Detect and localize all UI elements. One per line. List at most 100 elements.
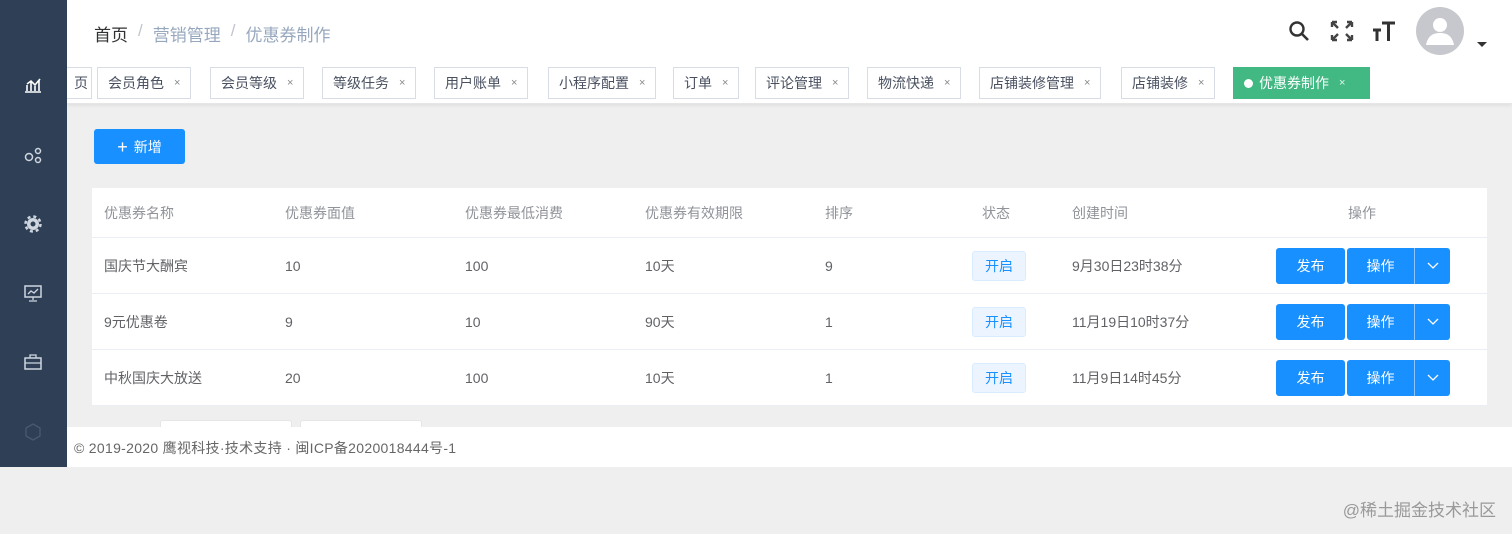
col-created: 创建时间: [1072, 204, 1128, 221]
tag-label: 等级任务: [333, 75, 389, 91]
col-min: 优惠券最低消费: [465, 204, 563, 221]
font-size-icon[interactable]: [1372, 19, 1396, 48]
close-icon[interactable]: ×: [722, 77, 728, 89]
fullscreen-icon[interactable]: [1330, 20, 1354, 47]
tag-label: 店铺装修: [1132, 75, 1188, 91]
tags-view: 页 会员角色 × 会员等级 × 等级任务 × 用户账单 × 小程序配置 × 订单 × 评论管…: [67, 62, 1512, 104]
col-status: 状态: [982, 204, 1010, 221]
cell-created: 9月30日23时38分: [1072, 257, 1183, 274]
tag-store-decoration[interactable]: 店铺装修 ×: [1121, 67, 1216, 99]
tag-label: 优惠券制作: [1259, 75, 1329, 91]
cell-created: 11月19日10时37分: [1072, 313, 1190, 330]
cell-min: 100: [465, 257, 489, 274]
action-button[interactable]: 操作: [1347, 304, 1414, 340]
cell-min: 100: [465, 369, 489, 386]
tag-user-bill[interactable]: 用户账单 ×: [434, 67, 529, 99]
tag-comment[interactable]: 评论管理 ×: [755, 67, 850, 99]
tag-label: 评论管理: [766, 75, 822, 91]
tag-home[interactable]: 页: [67, 67, 92, 99]
sidebar: [0, 0, 67, 467]
chevron-down-icon[interactable]: [1414, 304, 1450, 340]
hexagon-icon[interactable]: [22, 421, 44, 443]
tag-order[interactable]: 订单 ×: [673, 67, 740, 99]
cell-name: 9元优惠卷: [104, 313, 168, 330]
tag-label: 店铺装修管理: [990, 75, 1074, 91]
tag-logistics[interactable]: 物流快递 ×: [867, 67, 962, 99]
close-icon[interactable]: ×: [1339, 77, 1345, 89]
chevron-down-icon[interactable]: [1414, 248, 1450, 284]
monitor-icon[interactable]: [22, 282, 44, 304]
breadcrumb: 首页 / 营销管理 / 优惠券制作: [94, 21, 330, 46]
breadcrumb-separator: /: [230, 21, 236, 40]
status-badge: 开启: [972, 362, 1026, 393]
cell-days: 90天: [645, 313, 675, 330]
share-nodes-icon[interactable]: [22, 144, 44, 166]
active-dot: [1244, 78, 1253, 88]
breadcrumb-home[interactable]: 首页: [94, 21, 128, 46]
publish-button[interactable]: 发布: [1276, 248, 1345, 284]
publish-button[interactable]: 发布: [1276, 360, 1345, 396]
status-badge: 开启: [972, 306, 1026, 337]
coupon-table: 优惠券名称 优惠券面值 优惠券最低消费 优惠券有效期限 排序 状态 创建时间 操…: [92, 188, 1487, 406]
footer: © 2019-2020 鹰视科技·技术支持 · 闽ICP备2020018444号…: [67, 427, 1512, 467]
col-days: 优惠券有效期限: [645, 204, 743, 221]
plus-icon: +: [117, 136, 128, 157]
action-button[interactable]: 操作: [1347, 248, 1414, 284]
close-icon[interactable]: ×: [1198, 77, 1204, 89]
breadcrumb-marketing: 营销管理: [152, 26, 221, 45]
search-icon[interactable]: [1288, 20, 1310, 47]
close-icon[interactable]: ×: [174, 77, 180, 89]
tag-label: 用户账单: [445, 75, 501, 91]
cell-created: 11月9日14时45分: [1072, 369, 1182, 386]
breadcrumb-separator: /: [138, 21, 143, 40]
close-icon[interactable]: ×: [511, 77, 517, 89]
status-badge: 开启: [972, 250, 1026, 281]
cell-name: 国庆节大酬宾: [104, 257, 188, 274]
tag-member-level[interactable]: 会员等级 ×: [210, 67, 305, 99]
table-row: 中秋国庆大放送 20 100 10天 1 开启 11月9日14时45分 发布 操…: [92, 350, 1487, 406]
close-icon[interactable]: ×: [1084, 77, 1090, 89]
close-icon[interactable]: ×: [944, 77, 950, 89]
cell-value: 9: [285, 313, 293, 330]
cell-value: 10: [285, 257, 301, 274]
tag-level-task[interactable]: 等级任务 ×: [322, 67, 417, 99]
avatar[interactable]: [1416, 7, 1464, 55]
table-row: 9元优惠卷 9 10 90天 1 开启 11月19日10时37分 发布 操作: [92, 294, 1487, 350]
chart-icon[interactable]: [22, 74, 44, 96]
top-header: 首页 / 营销管理 / 优惠券制作: [67, 0, 1512, 62]
close-icon[interactable]: ×: [287, 77, 293, 89]
cell-sort: 1: [825, 369, 833, 386]
chevron-down-icon[interactable]: [1414, 360, 1450, 396]
col-value: 优惠券面值: [285, 204, 355, 221]
tag-label: 会员等级: [221, 75, 277, 91]
add-button[interactable]: + 新增: [94, 129, 185, 164]
tag-member-role[interactable]: 会员角色 ×: [97, 67, 192, 99]
table-row: 国庆节大酬宾 10 100 10天 9 开启 9月30日23时38分 发布 操作: [92, 238, 1487, 294]
publish-button[interactable]: 发布: [1276, 304, 1345, 340]
close-icon[interactable]: ×: [399, 77, 405, 89]
cell-value: 20: [285, 369, 301, 386]
tag-miniprogram-config[interactable]: 小程序配置 ×: [548, 67, 657, 99]
cell-name: 中秋国庆大放送: [104, 369, 202, 386]
col-actions: 操作: [1348, 204, 1376, 221]
tag-label: 会员角色: [108, 75, 164, 91]
tag-coupon-make-active[interactable]: 优惠券制作 ×: [1233, 67, 1370, 99]
close-icon[interactable]: ×: [832, 77, 838, 89]
col-sort: 排序: [825, 204, 853, 221]
cell-days: 10天: [645, 369, 675, 386]
table-header: 优惠券名称 优惠券面值 优惠券最低消费 优惠券有效期限 排序 状态 创建时间 操…: [92, 188, 1487, 238]
cell-days: 10天: [645, 257, 675, 274]
tag-label: 物流快递: [878, 75, 934, 91]
action-button[interactable]: 操作: [1347, 360, 1414, 396]
briefcase-icon[interactable]: [22, 351, 44, 373]
tag-label: 订单: [684, 75, 712, 91]
tag-label: 页: [74, 75, 88, 91]
close-icon[interactable]: ×: [639, 77, 645, 89]
tag-label: 小程序配置: [559, 75, 629, 91]
tag-store-decoration-mgmt[interactable]: 店铺装修管理 ×: [979, 67, 1102, 99]
col-name: 优惠券名称: [104, 204, 174, 221]
gear-icon[interactable]: [22, 213, 44, 235]
cell-min: 10: [465, 313, 481, 330]
watermark: @稀土掘金技术社区: [1342, 501, 1496, 520]
caret-down-icon[interactable]: [1477, 42, 1487, 47]
